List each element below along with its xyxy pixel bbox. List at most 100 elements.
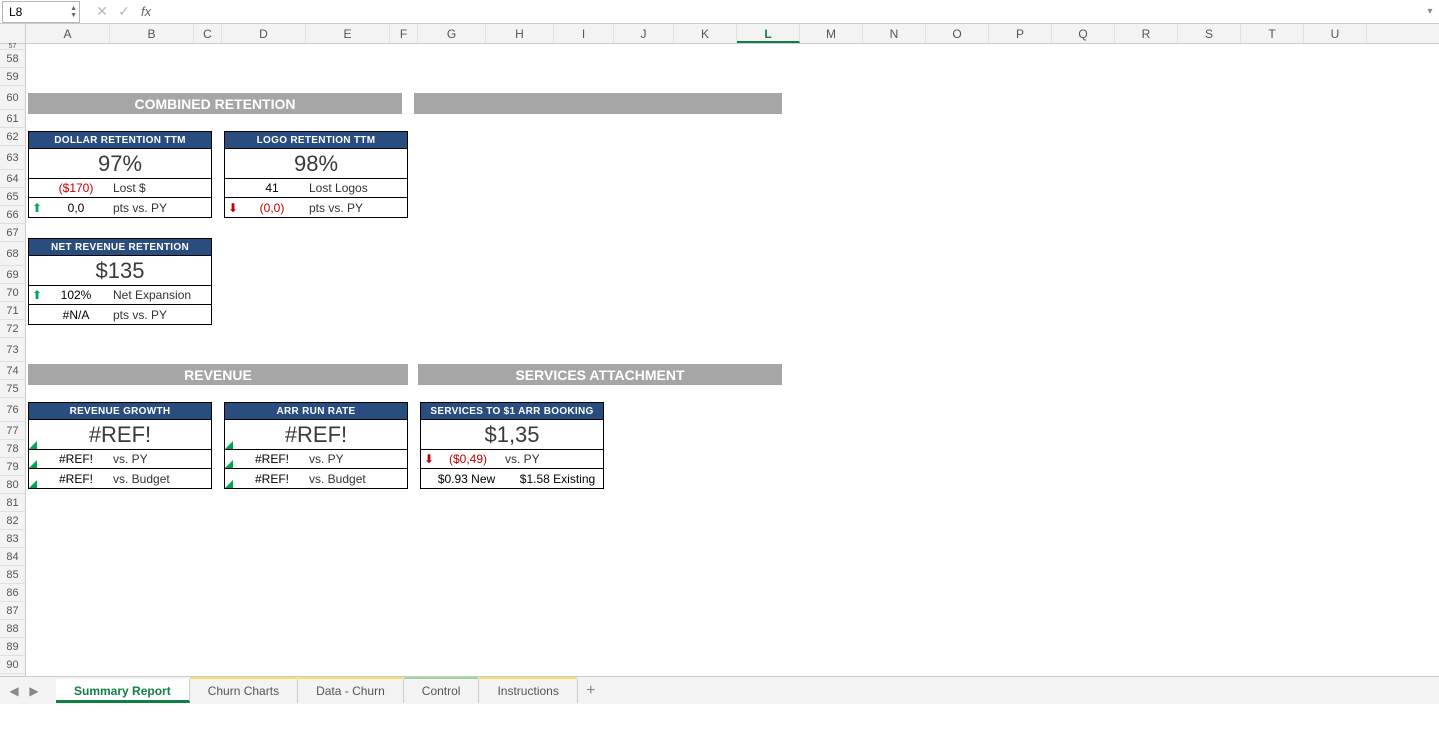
services-new: $0.93 New [421, 472, 512, 486]
sheet-tab-data-churn[interactable]: Data - Churn [298, 679, 404, 703]
row-header-64[interactable]: 64 [0, 170, 25, 188]
error-indicator-icon [225, 480, 233, 488]
pts-py-label: pts vs. PY [107, 308, 211, 322]
row-header-81[interactable]: 81 [0, 494, 25, 512]
sheet-tab-instructions[interactable]: Instructions [479, 679, 577, 703]
formula-input[interactable] [151, 1, 1421, 23]
add-sheet-button[interactable]: + [578, 682, 604, 700]
row-header-77[interactable]: 77 [0, 422, 25, 440]
name-box[interactable]: L8 ▲▼ [2, 1, 80, 23]
row-header-73[interactable]: 73 [0, 338, 25, 362]
card-title: ARR RUN RATE [225, 403, 407, 420]
row-header-60[interactable]: 60 [0, 86, 25, 110]
row-header-80[interactable]: 80 [0, 476, 25, 494]
row-header-70[interactable]: 70 [0, 284, 25, 302]
card-title: SERVICES TO $1 ARR BOOKING [421, 403, 603, 420]
column-header-R[interactable]: R [1115, 24, 1178, 43]
column-header-S[interactable]: S [1178, 24, 1241, 43]
vs-budget-label: vs. Budget [303, 472, 407, 486]
row-header-62[interactable]: 62 [0, 128, 25, 146]
row-header-72[interactable]: 72 [0, 320, 25, 338]
card-title: LOGO RETENTION TTM [225, 132, 407, 149]
column-header-N[interactable]: N [863, 24, 926, 43]
row-header-69[interactable]: 69 [0, 266, 25, 284]
column-header-L[interactable]: L [737, 24, 800, 43]
column-header-H[interactable]: H [486, 24, 554, 43]
row-header-71[interactable]: 71 [0, 302, 25, 320]
banner-combined-retention: COMBINED RETENTION [28, 93, 402, 114]
column-header-U[interactable]: U [1304, 24, 1367, 43]
pts-py-value: (0,0) [241, 201, 303, 215]
row-header-58[interactable]: 58 [0, 50, 25, 68]
row-header-79[interactable]: 79 [0, 458, 25, 476]
card-net-revenue-retention: NET REVENUE RETENTION $135 ⬆ 102% Net Ex… [28, 238, 212, 325]
tab-nav-next-icon[interactable]: ▶ [24, 684, 44, 698]
row-header-59[interactable]: 59 [0, 68, 25, 86]
column-header-G[interactable]: G [418, 24, 486, 43]
row-header-65[interactable]: 65 [0, 188, 25, 206]
column-header-C[interactable]: C [194, 24, 222, 43]
expand-formula-bar-icon[interactable]: ▾ [1421, 6, 1439, 17]
column-header-D[interactable]: D [222, 24, 306, 43]
card-value: #REF! [29, 420, 211, 450]
row-header-75[interactable]: 75 [0, 380, 25, 398]
column-header-T[interactable]: T [1241, 24, 1304, 43]
card-title: NET REVENUE RETENTION [29, 239, 211, 256]
column-header-F[interactable]: F [390, 24, 418, 43]
row-header-66[interactable]: 66 [0, 206, 25, 224]
error-indicator-icon [29, 460, 37, 468]
row-header-83[interactable]: 83 [0, 530, 25, 548]
sheet-tab-control[interactable]: Control [404, 679, 480, 703]
column-header-J[interactable]: J [614, 24, 674, 43]
vs-py-label: vs. PY [303, 452, 407, 466]
lost-dollar-value: ($170) [45, 181, 107, 195]
row-header-90[interactable]: 90 [0, 656, 25, 674]
spreadsheet-grid[interactable]: ABCDEFGHIJKLMNOPQRSTU 575859606162636465… [0, 24, 1439, 704]
error-indicator-icon [225, 460, 233, 468]
row-header-87[interactable]: 87 [0, 602, 25, 620]
fx-icon[interactable]: fx [141, 4, 151, 19]
banner-services-attachment: SERVICES ATTACHMENT [418, 364, 782, 385]
select-all-corner[interactable] [0, 24, 26, 43]
arrow-up-icon: ⬆ [29, 288, 45, 302]
column-header-K[interactable]: K [674, 24, 737, 43]
sheet-tab-summary-report[interactable]: Summary Report [56, 679, 190, 703]
error-indicator-icon [29, 441, 37, 449]
lost-dollar-label: Lost $ [107, 181, 211, 195]
grid-content[interactable]: COMBINED RETENTION DOLLAR RETENTION TTM … [26, 44, 1439, 704]
row-header-61[interactable]: 61 [0, 110, 25, 128]
sheet-tab-bar: ◀ ▶ Summary ReportChurn ChartsData - Chu… [0, 676, 1439, 704]
tab-nav-prev-icon[interactable]: ◀ [4, 684, 24, 698]
pts-py-label: pts vs. PY [303, 201, 407, 215]
row-header-82[interactable]: 82 [0, 512, 25, 530]
column-header-E[interactable]: E [306, 24, 390, 43]
name-box-stepper[interactable]: ▲▼ [70, 5, 77, 19]
column-header-O[interactable]: O [926, 24, 989, 43]
row-header-76[interactable]: 76 [0, 398, 25, 422]
row-header-85[interactable]: 85 [0, 566, 25, 584]
row-header-89[interactable]: 89 [0, 638, 25, 656]
banner-revenue: REVENUE [28, 364, 408, 385]
card-value: $1,35 [421, 420, 603, 450]
cancel-icon[interactable]: ✕ [91, 1, 113, 23]
column-header-B[interactable]: B [110, 24, 194, 43]
column-header-M[interactable]: M [800, 24, 863, 43]
sheet-tab-churn-charts[interactable]: Churn Charts [190, 679, 298, 703]
row-header-86[interactable]: 86 [0, 584, 25, 602]
column-header-P[interactable]: P [989, 24, 1052, 43]
row-header-84[interactable]: 84 [0, 548, 25, 566]
row-header-74[interactable]: 74 [0, 362, 25, 380]
net-expansion-value: 102% [45, 288, 107, 302]
lost-logos-value: 41 [241, 181, 303, 195]
column-header-A[interactable]: A [26, 24, 110, 43]
row-header-68[interactable]: 68 [0, 242, 25, 266]
row-header-67[interactable]: 67 [0, 224, 25, 242]
row-header-88[interactable]: 88 [0, 620, 25, 638]
column-header-I[interactable]: I [554, 24, 614, 43]
row-header-78[interactable]: 78 [0, 440, 25, 458]
vs-budget-label: vs. Budget [107, 472, 211, 486]
column-header-Q[interactable]: Q [1052, 24, 1115, 43]
card-dollar-retention: DOLLAR RETENTION TTM 97% ($170) Lost $ ⬆… [28, 131, 212, 218]
row-header-63[interactable]: 63 [0, 146, 25, 170]
accept-icon[interactable]: ✓ [113, 1, 135, 23]
